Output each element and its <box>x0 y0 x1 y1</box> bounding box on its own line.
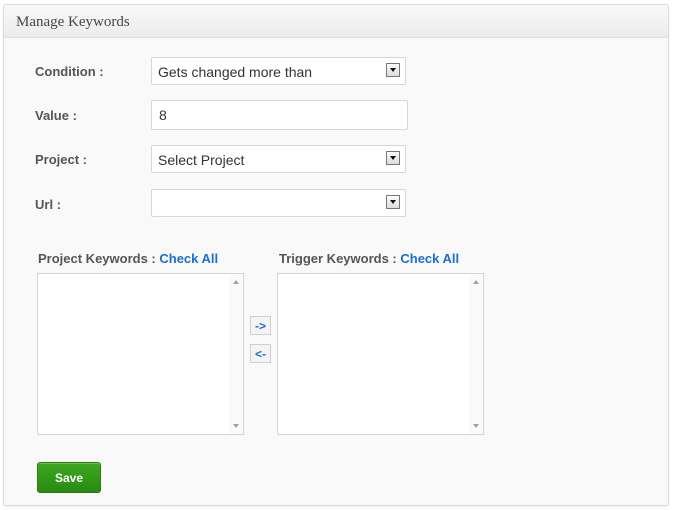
value-input[interactable] <box>151 100 408 130</box>
url-label: Url : <box>35 197 61 212</box>
condition-selected-value: Gets changed more than <box>158 64 313 80</box>
scrollbar[interactable] <box>469 274 483 434</box>
panel-title: Manage Keywords <box>16 14 130 30</box>
scroll-up-icon[interactable] <box>473 280 479 284</box>
project-select[interactable]: Select Project <box>151 145 406 173</box>
project-keywords-heading: Project Keywords : Check All <box>38 251 218 266</box>
scroll-down-icon[interactable] <box>233 424 239 428</box>
panel-header: Manage Keywords <box>4 5 668 38</box>
save-button[interactable]: Save <box>37 462 101 493</box>
trigger-keywords-list[interactable] <box>277 273 484 435</box>
url-select[interactable] <box>151 189 406 217</box>
project-selected-value: Select Project <box>158 152 245 168</box>
trigger-keywords-label: Trigger Keywords : <box>279 251 401 266</box>
project-keywords-list[interactable] <box>37 273 244 435</box>
value-label: Value : <box>35 108 77 123</box>
trigger-check-all-link[interactable]: Check All <box>400 251 459 266</box>
project-label: Project : <box>35 152 88 167</box>
scroll-up-icon[interactable] <box>233 280 239 284</box>
trigger-keywords-heading: Trigger Keywords : Check All <box>279 251 459 266</box>
project-check-all-link[interactable]: Check All <box>159 251 218 266</box>
condition-label: Condition : <box>35 64 104 79</box>
condition-select[interactable]: Gets changed more than <box>151 57 406 85</box>
project-keywords-label: Project Keywords : <box>38 251 160 266</box>
move-left-button[interactable]: <- <box>250 344 271 363</box>
chevron-down-icon[interactable] <box>386 63 400 77</box>
move-right-button[interactable]: -> <box>250 316 271 335</box>
scroll-down-icon[interactable] <box>473 424 479 428</box>
chevron-down-icon[interactable] <box>386 151 400 165</box>
scrollbar[interactable] <box>229 274 243 434</box>
chevron-down-icon[interactable] <box>386 195 400 209</box>
